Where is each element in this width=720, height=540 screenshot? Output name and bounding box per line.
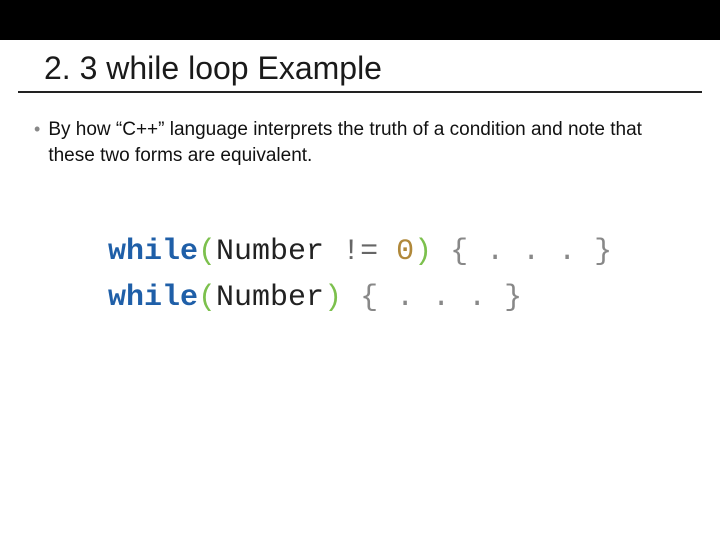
top-bar bbox=[0, 0, 720, 40]
body-braces: { . . . } bbox=[432, 235, 612, 269]
body-braces: { . . . } bbox=[342, 281, 522, 315]
bullet-text: By how “C++” language interprets the tru… bbox=[48, 117, 686, 169]
code-line-2: while(Number) { . . . } bbox=[108, 275, 720, 321]
literal-zero: 0 bbox=[396, 235, 414, 269]
identifier-number: Number bbox=[216, 281, 324, 315]
keyword-while: while bbox=[108, 235, 198, 269]
slide-title: 2. 3 while loop Example bbox=[18, 40, 702, 93]
bullet-marker: • bbox=[34, 117, 40, 141]
code-line-1: while(Number != 0) { . . . } bbox=[108, 229, 720, 275]
paren-close: ) bbox=[414, 235, 432, 269]
paren-open: ( bbox=[198, 281, 216, 315]
bullet-item: • By how “C++” language interprets the t… bbox=[0, 93, 720, 169]
operator-ne: != bbox=[324, 235, 396, 269]
identifier-number: Number bbox=[216, 235, 324, 269]
code-example: while(Number != 0) { . . . } while(Numbe… bbox=[108, 229, 720, 321]
paren-open: ( bbox=[198, 235, 216, 269]
paren-close: ) bbox=[324, 281, 342, 315]
keyword-while: while bbox=[108, 281, 198, 315]
